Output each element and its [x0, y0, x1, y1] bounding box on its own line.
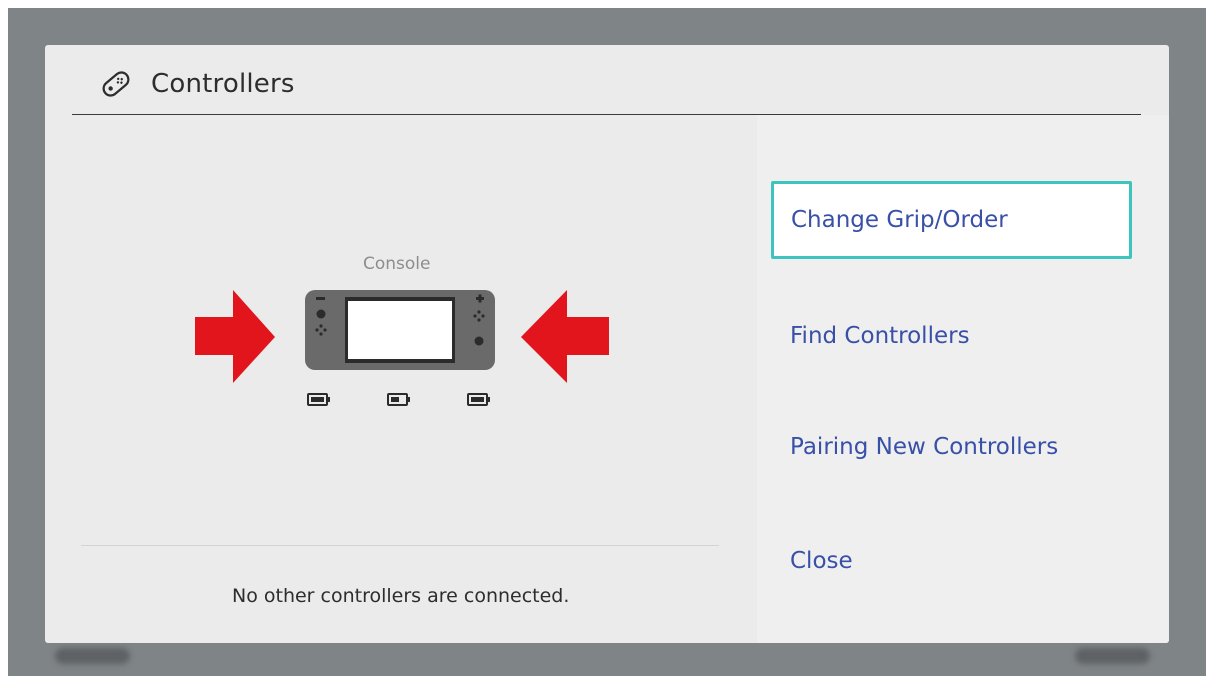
- status-divider: [81, 545, 719, 546]
- switch-console-icon: [305, 290, 495, 370]
- left-pointing-arrow-icon: [521, 290, 609, 383]
- close-button[interactable]: Close: [790, 548, 853, 574]
- dialog-title: Controllers: [151, 69, 295, 99]
- background-shadow: [1075, 648, 1150, 664]
- battery-full-icon: [467, 393, 490, 406]
- pairing-new-controllers-button[interactable]: Pairing New Controllers: [790, 434, 1058, 460]
- console-illustration: [195, 290, 609, 406]
- change-grip-order-button[interactable]: Change Grip/Order: [771, 181, 1132, 259]
- dialog-header: Controllers: [45, 45, 1169, 115]
- battery-full-icon: [307, 393, 330, 406]
- controller-icon: [102, 71, 130, 97]
- background-shadow: [55, 648, 130, 664]
- console-label: Console: [363, 254, 431, 274]
- right-pointing-arrow-icon: [195, 290, 275, 383]
- controllers-dialog: Controllers Console No other controllers…: [45, 45, 1169, 643]
- battery-half-icon: [387, 393, 410, 406]
- find-controllers-button[interactable]: Find Controllers: [790, 323, 970, 349]
- status-message: No other controllers are connected.: [232, 585, 570, 607]
